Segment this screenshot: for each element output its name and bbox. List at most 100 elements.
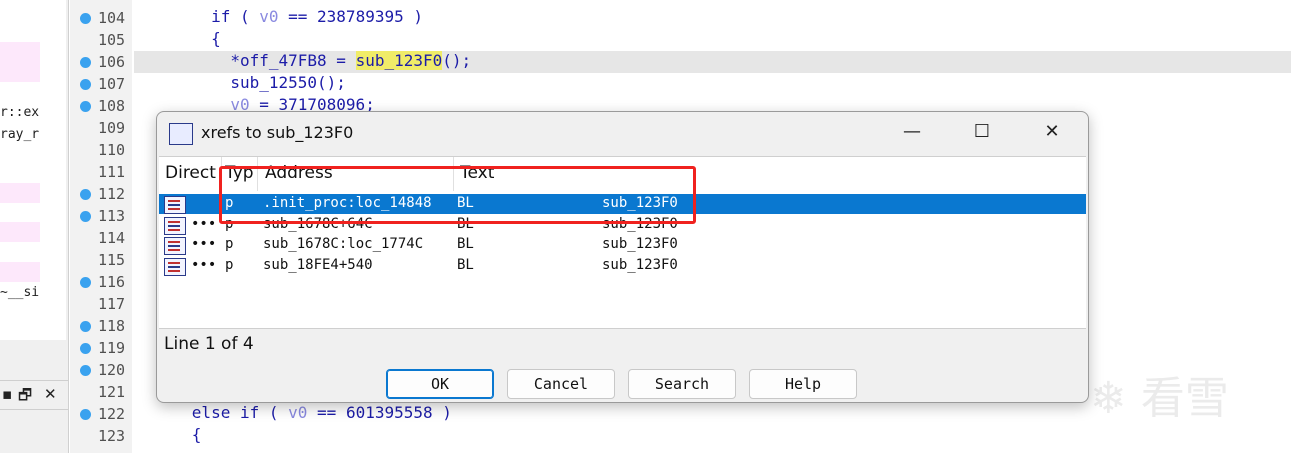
left-pane-text-1: r::ex — [0, 105, 40, 120]
operand-cell: sub_123F0 — [602, 256, 678, 273]
close-icon[interactable]: ✕ — [44, 385, 57, 403]
address-cell: sub_18FE4+540 — [263, 256, 373, 273]
close-button[interactable]: ✕ — [1037, 121, 1067, 145]
left-pane-highlight — [0, 262, 40, 282]
left-pane-highlight — [0, 42, 40, 82]
operand-cell: sub_123F0 — [602, 236, 678, 252]
line-number-text: 106 — [98, 53, 126, 71]
line-number-text: 108 — [98, 97, 126, 115]
left-pane-text-3: ~__si — [0, 285, 40, 300]
breakpoint-dot-icon[interactable] — [80, 321, 91, 332]
breakpoint-dot-icon[interactable] — [80, 277, 91, 288]
line-number[interactable]: 118 — [70, 316, 130, 338]
direction-cell: ••• — [191, 236, 217, 252]
line-number[interactable]: 119 — [70, 338, 130, 360]
line-number-text: 117 — [98, 295, 126, 313]
line-number-text: 109 — [98, 119, 126, 137]
line-number-text: 105 — [98, 31, 126, 49]
line-number[interactable]: 107 — [70, 74, 130, 96]
left-pane-toolbar: ▪ 🗗 ✕ — [0, 380, 68, 410]
xref-row[interactable]: ••• p sub_18FE4+540 BL sub_123F0 — [159, 256, 1086, 276]
line-number[interactable]: 112 — [70, 184, 130, 206]
breakpoint-dot-icon[interactable] — [80, 189, 91, 200]
mnemonic-cell: BL — [457, 236, 474, 252]
address-cell: sub_1678C:loc_1774C — [263, 236, 424, 252]
left-pane-highlight — [0, 222, 40, 242]
code-line[interactable]: *off_47FB8 = sub_123F0(); — [134, 51, 1291, 73]
xref-icon — [164, 237, 186, 255]
breakpoint-dot-icon[interactable] — [80, 101, 91, 112]
left-pane-list[interactable]: r::ex ray_r ~__si — [0, 0, 66, 340]
code-line[interactable]: { — [134, 425, 1291, 447]
pane-menu-icon[interactable]: ▪ — [2, 385, 12, 403]
line-number-text: 110 — [98, 141, 126, 159]
line-number[interactable]: 114 — [70, 228, 130, 250]
line-number[interactable]: 109 — [70, 118, 130, 140]
line-number-text: 114 — [98, 229, 126, 247]
line-number[interactable]: 110 — [70, 140, 130, 162]
line-number-text: 107 — [98, 75, 126, 93]
breakpoint-dot-icon[interactable] — [80, 365, 91, 376]
breakpoint-dot-icon[interactable] — [80, 57, 91, 68]
code-line[interactable]: sub_12550(); — [134, 73, 1291, 95]
breakpoint-dot-icon[interactable] — [80, 409, 91, 420]
xrefs-icon — [169, 123, 193, 145]
line-number[interactable]: 115 — [70, 250, 130, 272]
line-number-text: 104 — [98, 9, 126, 27]
line-number-text: 115 — [98, 251, 126, 269]
line-number[interactable]: 120 — [70, 360, 130, 382]
ok-button[interactable]: OK — [386, 369, 494, 399]
line-number-text: 118 — [98, 317, 126, 335]
cancel-button[interactable]: Cancel — [507, 369, 615, 399]
direction-cell: ••• — [191, 256, 217, 273]
line-number-text: 122 — [98, 405, 126, 423]
search-button[interactable]: Search — [628, 369, 736, 399]
maximize-button[interactable]: ☐ — [967, 121, 997, 145]
xref-icon — [164, 257, 186, 276]
xref-row[interactable]: ••• p sub_1678C:loc_1774C BL sub_123F0 — [159, 235, 1086, 255]
minimize-button[interactable]: — — [897, 121, 927, 145]
column-header-direction[interactable]: Direct — [165, 163, 221, 183]
restore-icon[interactable]: 🗗 — [18, 385, 32, 410]
direction-cell: ••• — [191, 215, 217, 232]
help-button[interactable]: Help — [749, 369, 857, 399]
line-number[interactable]: 105 — [70, 30, 130, 52]
type-cell: p — [225, 236, 234, 252]
mnemonic-cell: BL — [457, 256, 474, 273]
watermark-logo: ❄ 看雪 — [1090, 373, 1229, 424]
code-line[interactable]: { — [134, 29, 1291, 51]
line-number[interactable]: 123 — [70, 426, 130, 448]
breakpoint-dot-icon[interactable] — [80, 211, 91, 222]
line-number[interactable]: 116 — [70, 272, 130, 294]
breakpoint-dot-icon[interactable] — [80, 79, 91, 90]
line-number-text: 119 — [98, 339, 126, 357]
dialog-titlebar[interactable]: xrefs to sub_123F0 — ☐ ✕ — [157, 112, 1088, 154]
line-number-text: 112 — [98, 185, 126, 203]
status-line: Line 1 of 4 — [164, 334, 254, 354]
type-cell: p — [225, 256, 234, 273]
xref-icon — [164, 196, 186, 214]
xref-icon — [164, 216, 186, 235]
code-line[interactable]: if ( v0 == 238789395 ) — [134, 7, 1291, 29]
line-number[interactable]: 113 — [70, 206, 130, 228]
line-number[interactable]: 122 — [70, 404, 130, 426]
xrefs-dialog: xrefs to sub_123F0 — ☐ ✕ Direct Typ Addr… — [156, 111, 1089, 403]
line-number-text: 121 — [98, 383, 126, 401]
line-number-text: 113 — [98, 207, 126, 225]
left-pane: r::ex ray_r ~__si ▪ 🗗 ✕ — [0, 0, 69, 453]
annotation-highlight-box — [219, 166, 696, 224]
line-number[interactable]: 108 — [70, 96, 130, 118]
line-number[interactable]: 121 — [70, 382, 130, 404]
line-number[interactable]: 117 — [70, 294, 130, 316]
line-number-text: 111 — [98, 163, 126, 181]
line-number-text: 116 — [98, 273, 126, 291]
line-number-gutter: 104 105 106 107 108 109 110 111 112 113 114 115 116 1… — [70, 0, 132, 453]
left-pane-highlight — [0, 183, 40, 203]
line-number[interactable]: 106 — [70, 52, 130, 74]
breakpoint-dot-icon[interactable] — [80, 13, 91, 24]
line-number[interactable]: 111 — [70, 162, 130, 184]
line-number-text: 120 — [98, 361, 126, 379]
line-number[interactable]: 104 — [70, 8, 130, 30]
breakpoint-dot-icon[interactable] — [80, 343, 91, 354]
left-pane-text-2: ray_r — [0, 127, 40, 142]
